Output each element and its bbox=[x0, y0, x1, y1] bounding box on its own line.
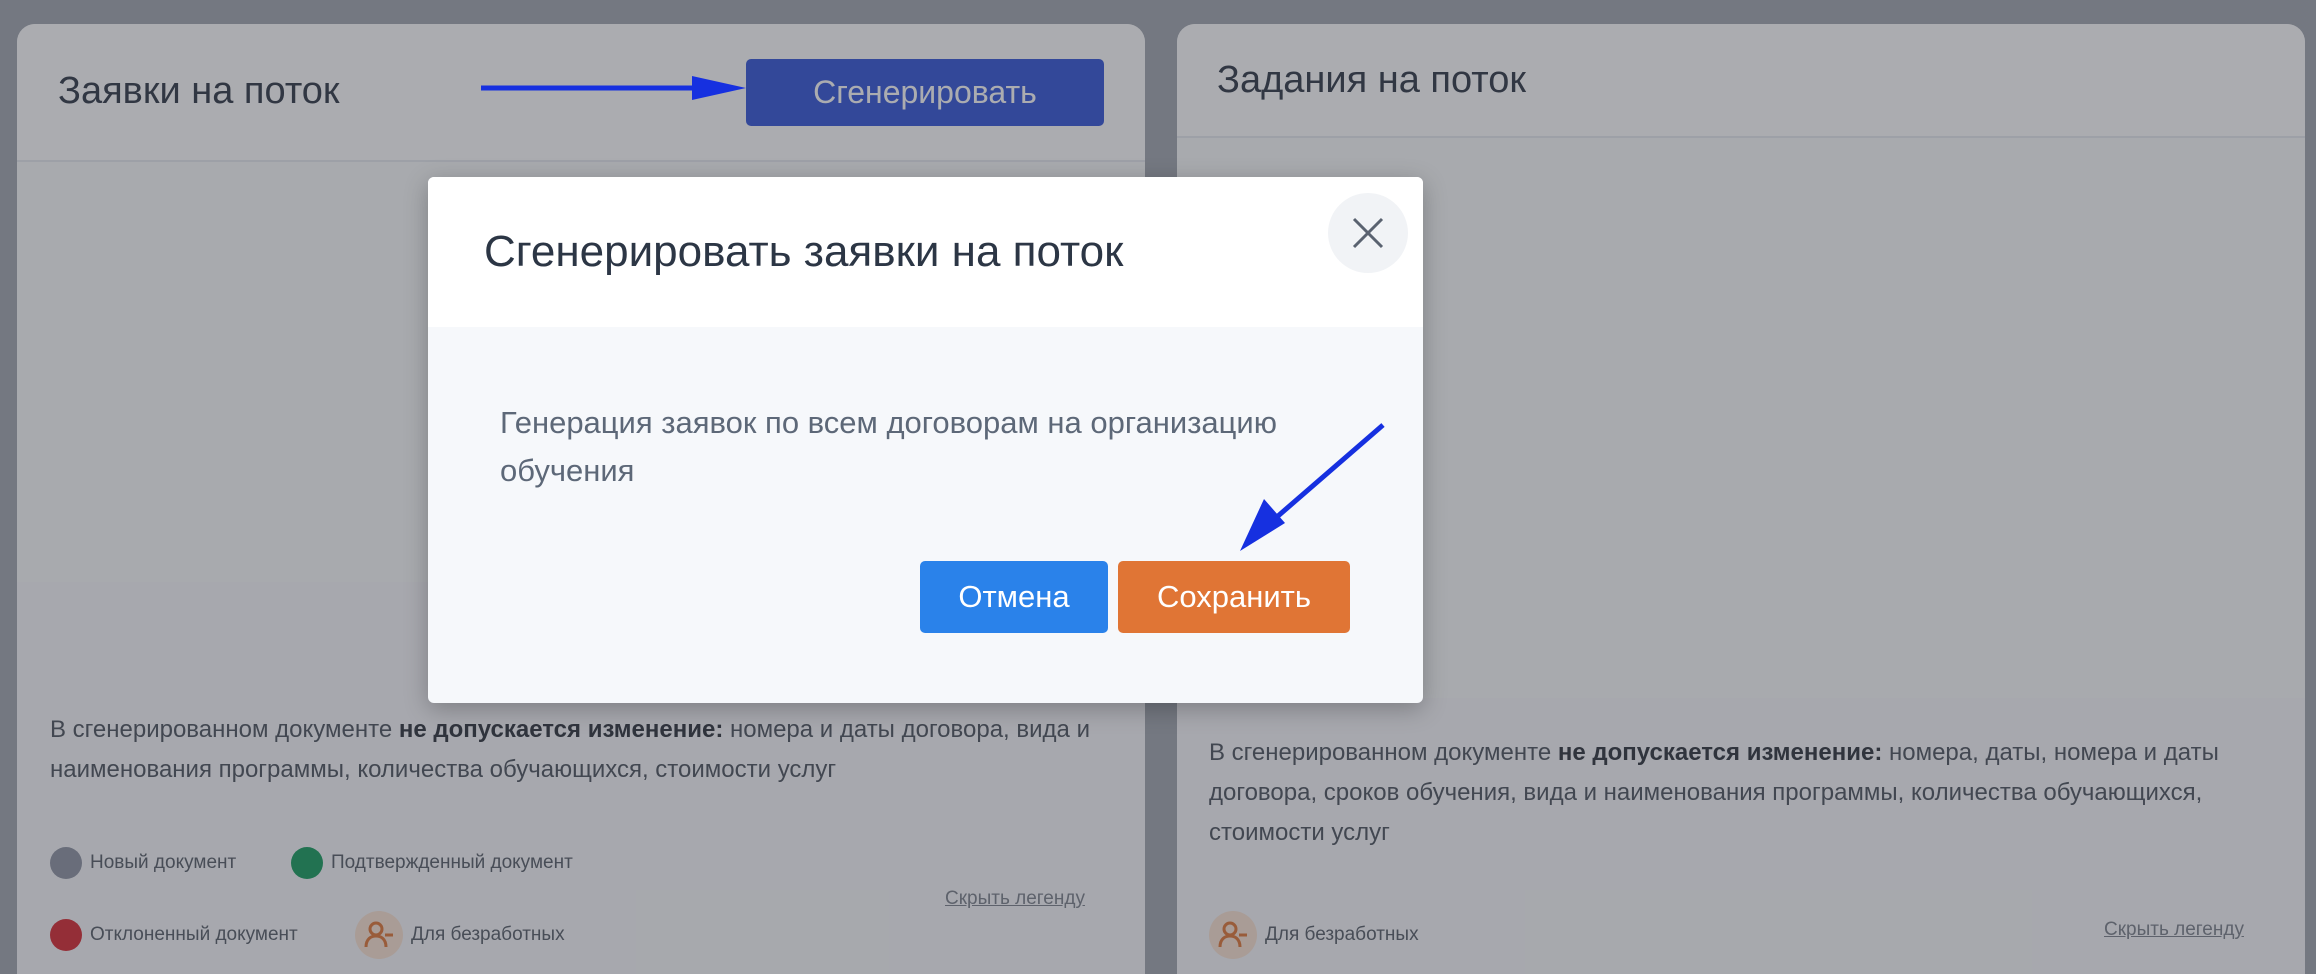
close-button[interactable] bbox=[1328, 193, 1408, 273]
cancel-button[interactable]: Отмена bbox=[920, 561, 1108, 633]
generate-requests-dialog: Сгенерировать заявки на поток Генерация … bbox=[428, 177, 1423, 703]
dialog-title: Сгенерировать заявки на поток bbox=[484, 227, 1124, 276]
dialog-message: Генерация заявок по всем договорам на ор… bbox=[500, 405, 1277, 488]
save-button[interactable]: Сохранить bbox=[1118, 561, 1350, 633]
dialog-header: Сгенерировать заявки на поток bbox=[428, 177, 1423, 327]
close-icon bbox=[1352, 217, 1384, 249]
